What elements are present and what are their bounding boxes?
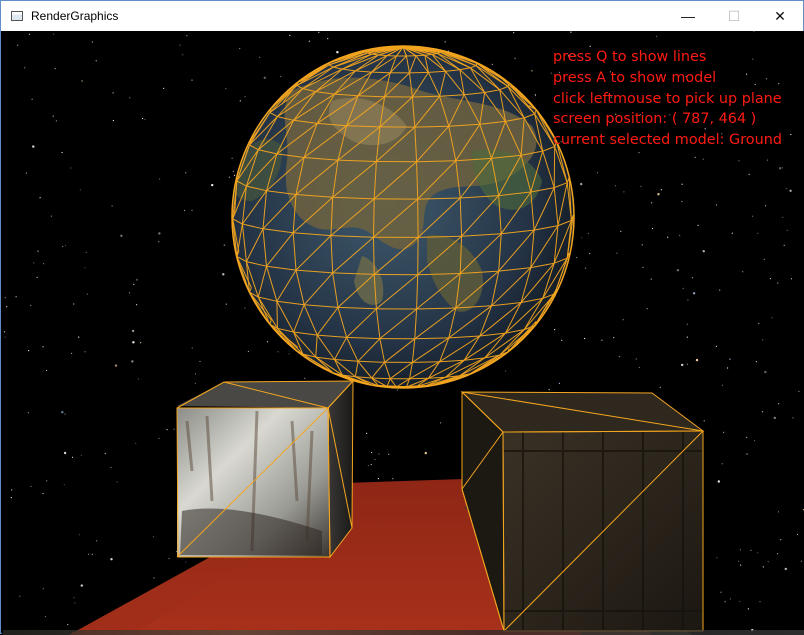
hud-overlay: press Q to show lines press A to show mo… (553, 47, 782, 151)
title-bar[interactable]: RenderGraphics — ☐ ✕ (1, 1, 803, 31)
minimize-button[interactable]: — (665, 1, 711, 31)
hud-line-screen-position: screen position: ( 787, 464 ) (553, 109, 782, 130)
minimize-icon: — (681, 8, 695, 24)
close-button[interactable]: ✕ (757, 1, 803, 31)
hud-line-pick-plane: click leftmouse to pick up plane (553, 89, 782, 110)
window-title: RenderGraphics (31, 9, 118, 23)
wooden-crate[interactable] (462, 392, 703, 631)
desktop-sliver (3, 630, 804, 635)
earth-globe-wireframe[interactable] (232, 46, 574, 388)
maximize-button[interactable]: ☐ (711, 1, 757, 31)
maximize-icon: ☐ (728, 8, 741, 25)
hud-line-selected-model: current selected model: Ground (553, 130, 782, 151)
caption-buttons: — ☐ ✕ (665, 1, 803, 31)
render-window: RenderGraphics — ☐ ✕ (0, 0, 804, 634)
render-viewport[interactable]: press Q to show lines press A to show mo… (2, 31, 804, 635)
close-icon: ✕ (774, 8, 786, 25)
window-app-icon (11, 11, 23, 21)
hud-line-show-model: press A to show model (553, 68, 782, 89)
metal-cube[interactable] (177, 381, 353, 557)
hud-line-show-lines: press Q to show lines (553, 47, 782, 68)
